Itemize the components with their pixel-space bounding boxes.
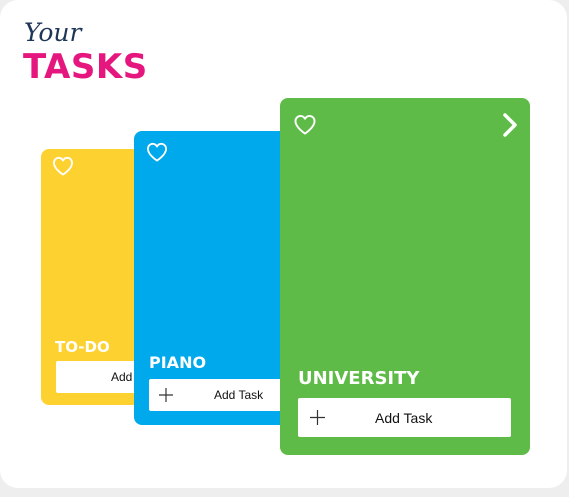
add-task-label-piano: Add Task — [214, 388, 264, 402]
add-task-button-piano[interactable]: Add Task — [149, 379, 294, 411]
card-title-piano: PIANO — [149, 353, 207, 372]
heart-icon[interactable] — [52, 156, 74, 176]
heart-icon[interactable] — [146, 142, 168, 162]
title-tasks: TASKS — [23, 47, 148, 87]
chevron-right-icon[interactable] — [502, 113, 518, 137]
plus-icon — [310, 410, 325, 425]
tasks-panel: Your TASKS TO-DO Add Task PIANO Add Task — [0, 0, 567, 488]
card-title-todo: TO-DO — [55, 338, 110, 356]
card-title-university: UNIVERSITY — [298, 368, 420, 389]
title-your: Your — [24, 18, 82, 47]
add-task-button-university[interactable]: Add Task — [298, 398, 511, 437]
heart-icon[interactable] — [293, 114, 317, 135]
card-university[interactable]: UNIVERSITY Add Task — [280, 98, 530, 455]
plus-icon — [159, 388, 173, 402]
card-piano[interactable]: PIANO Add Task — [134, 131, 294, 425]
add-task-label-university: Add Task — [375, 410, 433, 426]
